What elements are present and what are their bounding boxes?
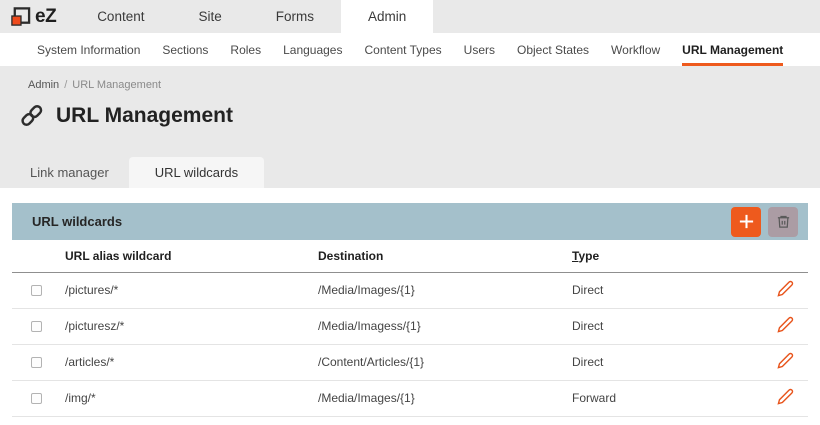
url-wildcards-panel-header: URL wildcards — [12, 203, 808, 240]
breadcrumb-separator: / — [64, 79, 67, 91]
table-header-row: URL alias wildcard Destination Type — [12, 240, 808, 272]
cell-destination: /Content/Articles/{1} — [307, 344, 561, 380]
trash-icon — [776, 214, 791, 229]
pencil-icon — [777, 393, 794, 408]
admin-nav-users[interactable]: Users — [464, 33, 495, 66]
admin-nav-roles[interactable]: Roles — [230, 33, 261, 66]
column-header-url-alias-wildcard: URL alias wildcard — [54, 240, 307, 272]
breadcrumb: Admin / URL Management — [0, 66, 820, 91]
table-row: /pictures/* /Media/Images/{1} Direct — [12, 272, 808, 308]
plus-icon — [738, 213, 755, 230]
edit-wildcard-button[interactable] — [777, 352, 794, 369]
main-nav-forms[interactable]: Forms — [249, 0, 341, 33]
column-header-checkbox — [12, 240, 54, 272]
pencil-icon — [777, 357, 794, 372]
column-header-actions — [756, 240, 808, 272]
main-nav-content[interactable]: Content — [70, 0, 171, 33]
cell-type: Direct — [561, 308, 756, 344]
admin-nav-content-types[interactable]: Content Types — [364, 33, 441, 66]
link-icon — [20, 102, 47, 129]
page-header: Admin / URL Management URL Management Link… — [0, 66, 820, 188]
pencil-icon — [777, 285, 794, 300]
cell-type: Forward — [561, 380, 756, 416]
cell-destination: /Media/Imagess/{1} — [307, 308, 561, 344]
cell-destination: /Media/Images/{1} — [307, 380, 561, 416]
edit-wildcard-button[interactable] — [777, 388, 794, 405]
admin-nav-sections[interactable]: Sections — [162, 33, 208, 66]
admin-nav-languages[interactable]: Languages — [283, 33, 342, 66]
pencil-icon — [777, 321, 794, 336]
edit-wildcard-button[interactable] — [777, 316, 794, 333]
cell-wildcard: /img/* — [54, 380, 307, 416]
admin-nav-object-states[interactable]: Object States — [517, 33, 589, 66]
main-nav-site[interactable]: Site — [171, 0, 248, 33]
main-navigation: eZ Content Site Forms Admin — [0, 0, 820, 33]
cell-wildcard: /picturesz/* — [54, 308, 307, 344]
delete-wildcards-button[interactable] — [768, 207, 798, 237]
table-row: /img/* /Media/Images/{1} Forward — [12, 380, 808, 416]
column-header-type: Type — [561, 240, 756, 272]
column-header-destination: Destination — [307, 240, 561, 272]
main-nav-admin[interactable]: Admin — [341, 0, 433, 33]
cell-destination: /Media/Images/{1} — [307, 272, 561, 308]
tab-link-manager[interactable]: Link manager — [10, 157, 129, 188]
edit-wildcard-button[interactable] — [777, 280, 794, 297]
table-row: /picturesz/* /Media/Imagess/{1} Direct — [12, 308, 808, 344]
tab-url-wildcards[interactable]: URL wildcards — [129, 157, 264, 188]
row-checkbox[interactable] — [31, 393, 42, 404]
panel-title: URL wildcards — [32, 214, 122, 229]
url-wildcards-table: URL alias wildcard Destination Type /pic… — [12, 240, 808, 417]
tab-bar: Link manager URL wildcards — [10, 157, 264, 188]
cell-wildcard: /pictures/* — [54, 272, 307, 308]
cell-wildcard: /articles/* — [54, 344, 307, 380]
ez-logo[interactable]: eZ — [0, 0, 70, 33]
row-checkbox[interactable] — [31, 321, 42, 332]
admin-navigation: System Information Sections Roles Langua… — [0, 33, 820, 66]
row-checkbox[interactable] — [31, 357, 42, 368]
cell-type: Direct — [561, 272, 756, 308]
page-title: URL Management — [56, 104, 233, 128]
ez-logo-text: eZ — [35, 6, 56, 28]
breadcrumb-admin[interactable]: Admin — [28, 79, 59, 91]
add-wildcard-button[interactable] — [731, 207, 761, 237]
admin-nav-workflow[interactable]: Workflow — [611, 33, 660, 66]
cell-type: Direct — [561, 344, 756, 380]
admin-nav-system-information[interactable]: System Information — [37, 33, 140, 66]
breadcrumb-current: URL Management — [72, 79, 161, 91]
admin-nav-url-management[interactable]: URL Management — [682, 33, 783, 66]
content-area: URL wildcards — [0, 188, 820, 417]
row-checkbox[interactable] — [31, 285, 42, 296]
table-row: /articles/* /Content/Articles/{1} Direct — [12, 344, 808, 380]
ez-logo-mark-icon — [10, 6, 31, 27]
